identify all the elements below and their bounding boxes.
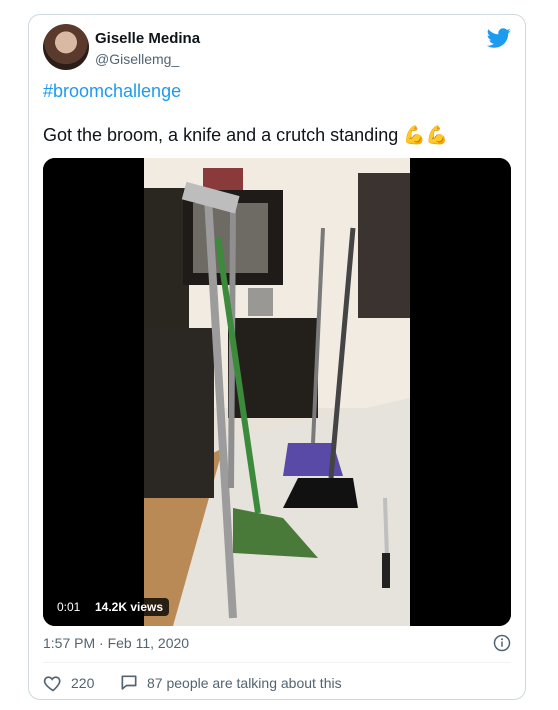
flexed-biceps-emoji: 💪💪 bbox=[403, 125, 449, 145]
divider bbox=[43, 662, 511, 663]
tweet-card: Giselle Medina @Gisellemg_ #broomchallen… bbox=[28, 14, 526, 700]
reply-button[interactable]: 87 people are talking about this bbox=[119, 673, 342, 693]
like-count: 220 bbox=[71, 675, 95, 691]
video-views-badge: 14.2K views bbox=[89, 598, 170, 616]
heart-icon bbox=[43, 676, 61, 692]
twitter-bird-icon[interactable] bbox=[487, 26, 511, 50]
info-icon[interactable] bbox=[493, 634, 511, 652]
tweet-text: Got the broom, a knife and a crutch stan… bbox=[43, 125, 448, 146]
reply-label: 87 people are talking about this bbox=[147, 675, 342, 691]
tweet-body: Got the broom, a knife and a crutch stan… bbox=[43, 125, 399, 145]
tweet-timestamp[interactable]: 1:57 PM · Feb 11, 2020 bbox=[43, 635, 189, 651]
reply-bubble-icon bbox=[121, 675, 137, 690]
video-player[interactable]: 0:01 14.2K views bbox=[43, 158, 511, 626]
avatar[interactable] bbox=[43, 24, 89, 70]
like-button[interactable]: 220 bbox=[43, 673, 94, 693]
author-name[interactable]: Giselle Medina bbox=[95, 30, 200, 47]
video-time-badge: 0:01 bbox=[52, 598, 86, 616]
video-frame bbox=[43, 158, 511, 626]
author-handle[interactable]: @Gisellemg_ bbox=[95, 51, 179, 67]
hashtag-link[interactable]: #broomchallenge bbox=[43, 81, 181, 102]
